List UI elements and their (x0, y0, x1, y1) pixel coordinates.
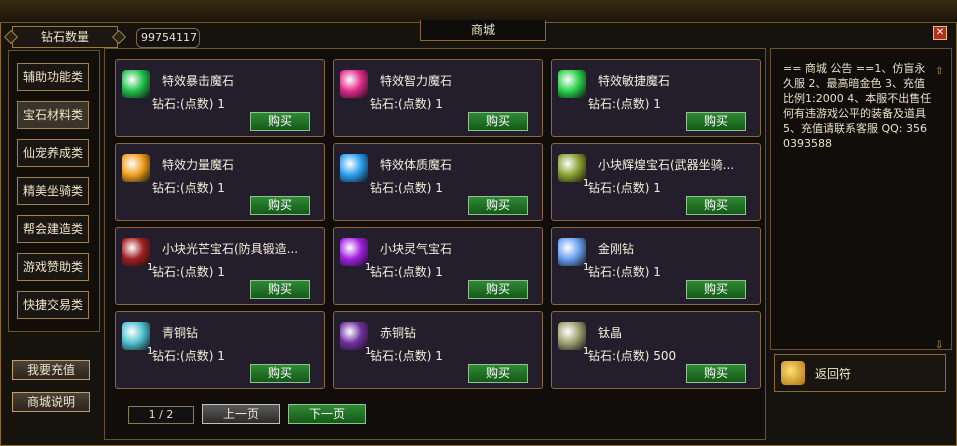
item-price: 钻石:(点数) 1 (152, 181, 225, 195)
buy-button[interactable]: 购买 (468, 364, 528, 383)
item-card[interactable]: 1 赤铜钻 钻石:(点数) 1 购买 (333, 311, 543, 389)
item-card[interactable]: 特效智力魔石 钻石:(点数) 1 购买 (333, 59, 543, 137)
buy-button[interactable]: 购买 (468, 112, 528, 131)
item-card[interactable]: 1 钛晶 钻石:(点数) 500 购买 (551, 311, 761, 389)
item-price: 钻石:(点数) 1 (152, 349, 225, 363)
item-price: 钻石:(点数) 1 (588, 181, 661, 195)
category-guild[interactable]: 帮会建造类 (17, 215, 89, 243)
item-price: 钻石:(点数) 1 (152, 265, 225, 279)
item-name: 特效暴击魔石 (162, 74, 235, 88)
agi-stone-icon (558, 70, 586, 98)
titanium-crystal-icon (558, 322, 586, 350)
close-icon[interactable]: ✕ (933, 26, 947, 40)
item-name: 小块辉煌宝石(武器坐骑... (598, 158, 735, 172)
diamond-count: 99754117 (136, 28, 200, 48)
item-name: 金刚钻 (598, 242, 635, 256)
buy-button[interactable]: 购买 (468, 280, 528, 299)
item-card[interactable]: 1 金刚钻 钻石:(点数) 1 购买 (551, 227, 761, 305)
item-card[interactable]: 特效力量魔石 钻石:(点数) 1 购买 (115, 143, 325, 221)
glory-gem-icon (558, 154, 586, 182)
item-card[interactable]: 1 青铜钻 钻石:(点数) 1 购买 (115, 311, 325, 389)
item-card[interactable]: 1 小块光芒宝石(防具锻造... 钻石:(点数) 1 购买 (115, 227, 325, 305)
item-price: 钻石:(点数) 1 (152, 97, 225, 111)
prev-page-button[interactable]: 上一页 (202, 404, 280, 424)
diamond-drill-icon (558, 238, 586, 266)
buy-button[interactable]: 购买 (686, 280, 746, 299)
buy-button[interactable]: 购买 (250, 280, 310, 299)
buy-button[interactable]: 购买 (686, 112, 746, 131)
category-trade[interactable]: 快捷交易类 (17, 291, 89, 319)
category-gems[interactable]: 宝石材料类 (17, 101, 89, 129)
item-name: 特效智力魔石 (380, 74, 453, 88)
window-title: 商城 (420, 20, 546, 41)
item-name: 钛晶 (598, 326, 623, 340)
buy-button[interactable]: 购买 (250, 196, 310, 215)
shop-help-button[interactable]: 商城说明 (12, 392, 90, 412)
item-card[interactable]: 1 小块辉煌宝石(武器坐骑... 钻石:(点数) 1 购买 (551, 143, 761, 221)
return-scroll-name: 返回符 (815, 367, 852, 381)
buy-button[interactable]: 购买 (468, 196, 528, 215)
item-card[interactable]: 1 小块灵气宝石 钻石:(点数) 1 购买 (333, 227, 543, 305)
return-scroll-icon (781, 361, 805, 385)
item-price: 钻石:(点数) 1 (370, 349, 443, 363)
item-price: 钻石:(点数) 1 (588, 97, 661, 111)
int-stone-icon (340, 70, 368, 98)
item-price: 钻石:(点数) 1 (370, 265, 443, 279)
category-pets[interactable]: 仙宠养成类 (17, 139, 89, 167)
crit-stone-icon (122, 70, 150, 98)
buy-button[interactable]: 购买 (686, 196, 746, 215)
buy-button[interactable]: 购买 (686, 364, 746, 383)
return-scroll-slot[interactable]: 返回符 (774, 354, 946, 392)
item-card[interactable]: 特效体质魔石 钻石:(点数) 1 购买 (333, 143, 543, 221)
item-name: 小块灵气宝石 (380, 242, 453, 256)
con-stone-icon (340, 154, 368, 182)
item-card[interactable]: 特效敏捷魔石 钻石:(点数) 1 购买 (551, 59, 761, 137)
notice-text: == 商城 公告 ==1、仿盲永久服 2、最高暗金色 3、充值比例1:2000 … (783, 62, 932, 150)
item-grid: 特效暴击魔石 钻石:(点数) 1 购买 特效智力魔石 钻石:(点数) 1 购买 … (104, 48, 766, 440)
buy-button[interactable]: 购买 (250, 112, 310, 131)
item-card[interactable]: 特效暴击魔石 钻石:(点数) 1 购买 (115, 59, 325, 137)
category-mounts[interactable]: 精美坐骑类 (17, 177, 89, 205)
str-stone-icon (122, 154, 150, 182)
buy-button[interactable]: 购买 (250, 364, 310, 383)
copper-drill-icon (340, 322, 368, 350)
next-page-button[interactable]: 下一页 (288, 404, 366, 424)
item-price: 钻石:(点数) 1 (588, 265, 661, 279)
radiance-gem-icon (122, 238, 150, 266)
bronze-drill-icon (122, 322, 150, 350)
item-name: 特效敏捷魔石 (598, 74, 671, 88)
item-price: 钻石:(点数) 1 (370, 97, 443, 111)
scroll-down-icon[interactable]: ⇩ (935, 341, 945, 351)
recharge-button[interactable]: 我要充值 (12, 360, 90, 380)
item-name: 小块光芒宝石(防具锻造... (162, 242, 299, 256)
item-price: 钻石:(点数) 500 (588, 349, 677, 363)
item-price: 钻石:(点数) 1 (370, 181, 443, 195)
item-name: 特效力量魔石 (162, 158, 235, 172)
scroll-up-icon[interactable]: ⇧ (935, 67, 945, 77)
item-name: 赤铜钻 (380, 326, 417, 340)
spirit-gem-icon (340, 238, 368, 266)
category-sidebar: 辅助功能类 宝石材料类 仙宠养成类 精美坐骑类 帮会建造类 游戏赞助类 快捷交易… (8, 50, 100, 332)
item-name: 特效体质魔石 (380, 158, 453, 172)
item-name: 青铜钻 (162, 326, 199, 340)
category-aux[interactable]: 辅助功能类 (17, 63, 89, 91)
category-sponsor[interactable]: 游戏赞助类 (17, 253, 89, 281)
page-indicator: 1 / 2 (128, 406, 194, 424)
notice-panel: == 商城 公告 ==1、仿盲永久服 2、最高暗金色 3、充值比例1:2000 … (770, 48, 952, 351)
diamond-label: 钻石数量 (12, 26, 118, 48)
